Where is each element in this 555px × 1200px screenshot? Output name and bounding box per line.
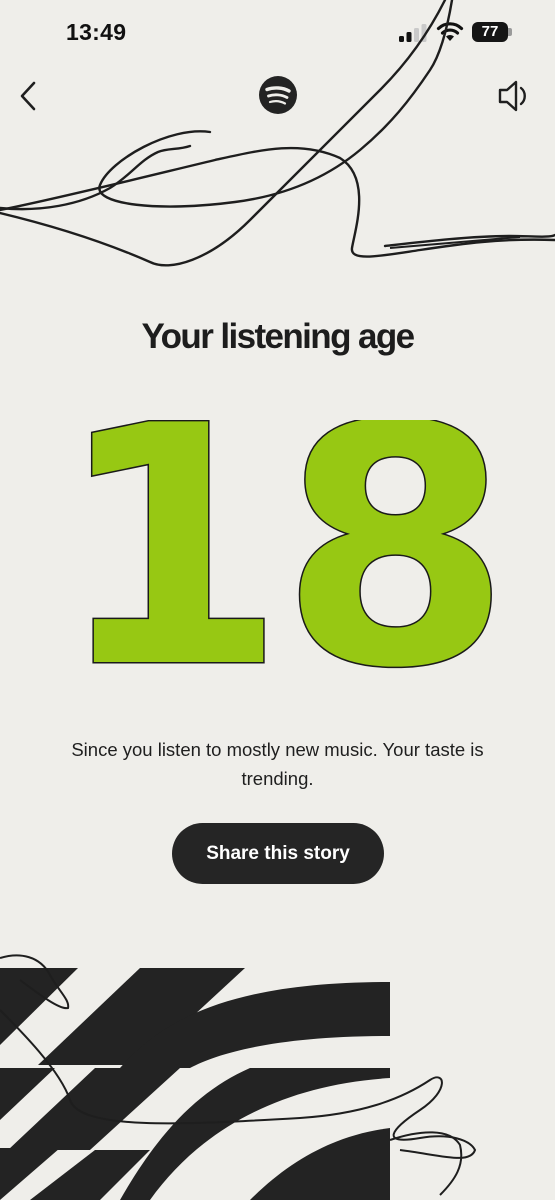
page-title: Your listening age	[141, 317, 416, 356]
speaker-icon[interactable]	[494, 76, 534, 116]
spotify-logo-icon	[259, 76, 297, 114]
decorative-squiggle-line	[0, 0, 555, 267]
share-story-button[interactable]: Share this story	[172, 823, 384, 884]
decorative-checker-pattern	[0, 954, 477, 1200]
story-caption: Since you listen to mostly new music. Yo…	[71, 739, 484, 789]
chevron-left-icon[interactable]	[12, 76, 48, 116]
listening-age-value: 18	[55, 420, 505, 680]
listening-age-number: 18	[54, 420, 513, 680]
